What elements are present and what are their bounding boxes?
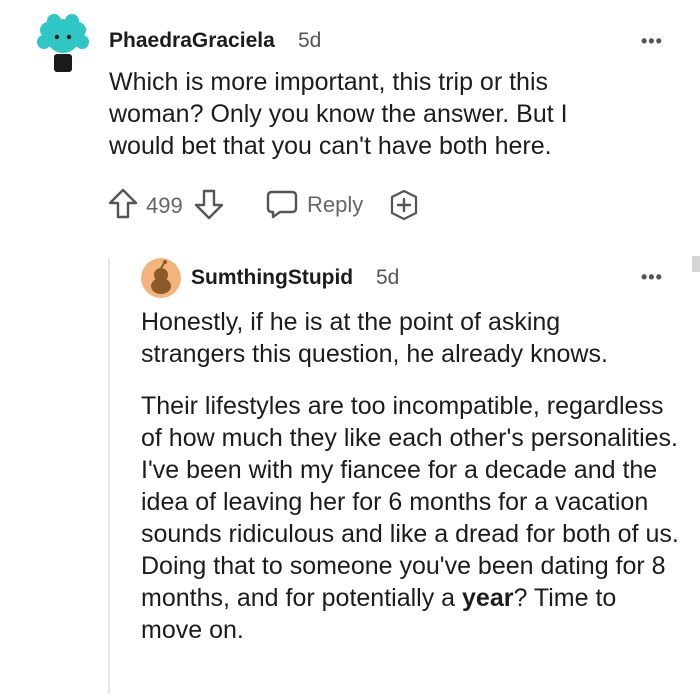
reply-paragraph-1: Honestly, if he is at the point of askin…	[141, 308, 608, 368]
reply-more-options-button[interactable]: •••	[641, 268, 663, 286]
vote-count: 499	[146, 193, 183, 218]
reply-paragraph-2-text: Their lifestyles are too incompatible, r…	[141, 392, 679, 612]
comment-age: 5d	[298, 29, 322, 52]
comment-more-options-button[interactable]: •••	[641, 32, 663, 50]
scrollbar-thumb[interactable]	[692, 256, 700, 272]
speech-bubble-icon	[266, 189, 298, 219]
comment-body: Which is more important, this trip or th…	[109, 68, 568, 160]
reply-label: Reply	[307, 192, 364, 217]
reply-paragraph-2: Their lifestyles are too incompatible, r…	[141, 390, 681, 646]
thread-line[interactable]	[108, 258, 110, 694]
reply-avatar[interactable]	[141, 258, 181, 298]
reply-age: 5d	[376, 266, 400, 289]
award-plus-icon	[388, 189, 420, 221]
arrow-down-icon	[194, 188, 224, 220]
upvote-button[interactable]	[108, 188, 138, 220]
reply-paragraph-2-bold: year	[462, 584, 514, 612]
avatar[interactable]	[32, 12, 94, 74]
award-button[interactable]	[388, 189, 420, 221]
arrow-up-icon	[108, 188, 138, 220]
comment-username[interactable]: PhaedraGraciela	[109, 29, 275, 53]
downvote-button[interactable]	[194, 188, 224, 220]
reply-username[interactable]: SumthingStupid	[191, 266, 353, 290]
reply-button[interactable]: Reply	[266, 189, 376, 221]
